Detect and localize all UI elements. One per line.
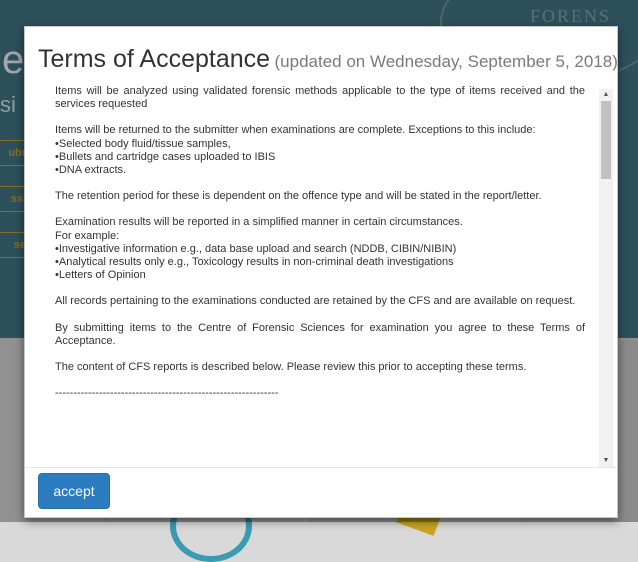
terms-modal: Terms of Acceptance (updated on Wednesda…	[24, 26, 618, 518]
accept-button[interactable]: accept	[38, 473, 110, 509]
list-item: Analytical results only e.g., Toxicology…	[55, 256, 585, 269]
list-item: Bullets and cartridge cases uploaded to …	[55, 151, 585, 164]
scroll-down-icon[interactable]: ▼	[599, 455, 613, 467]
terms-paragraph: For example:	[55, 229, 120, 242]
terms-divider: ----------------------------------------…	[55, 387, 279, 400]
terms-scrollbar[interactable]: ▲ ▼	[599, 89, 613, 467]
modal-title-date: (updated on Wednesday, September 5, 2018…	[274, 52, 618, 71]
list-item: Selected body fluid/tissue samples,	[55, 138, 585, 151]
terms-scroll-area[interactable]: Items will be analyzed using validated f…	[39, 85, 601, 461]
terms-paragraph: The content of CFS reports is described …	[55, 361, 527, 374]
terms-list: Investigative information e.g., data bas…	[55, 243, 585, 283]
terms-paragraph: Items will be returned to the submitter …	[55, 124, 536, 137]
modal-title-main: Terms of Acceptance	[38, 45, 271, 73]
list-item: DNA extracts.	[55, 164, 585, 177]
terms-paragraph: The retention period for these is depend…	[55, 190, 542, 203]
modal-footer-divider	[25, 467, 617, 468]
terms-text: Items will be analyzed using validated f…	[55, 85, 585, 413]
terms-paragraph: All records pertaining to the examinatio…	[55, 295, 576, 308]
scrollbar-thumb[interactable]	[601, 101, 611, 179]
scroll-up-icon[interactable]: ▲	[599, 89, 613, 101]
terms-paragraph: By submitting items to the Centre of For…	[55, 321, 585, 347]
list-item: Investigative information e.g., data bas…	[55, 243, 585, 256]
terms-paragraph: Examination results will be reported in …	[55, 216, 463, 229]
list-item: Letters of Opinion	[55, 269, 585, 282]
terms-list: Selected body fluid/tissue samples, Bull…	[55, 138, 585, 178]
modal-title: Terms of Acceptance (updated on Wednesda…	[38, 45, 618, 74]
terms-paragraph: Items will be analyzed using validated f…	[55, 85, 585, 111]
